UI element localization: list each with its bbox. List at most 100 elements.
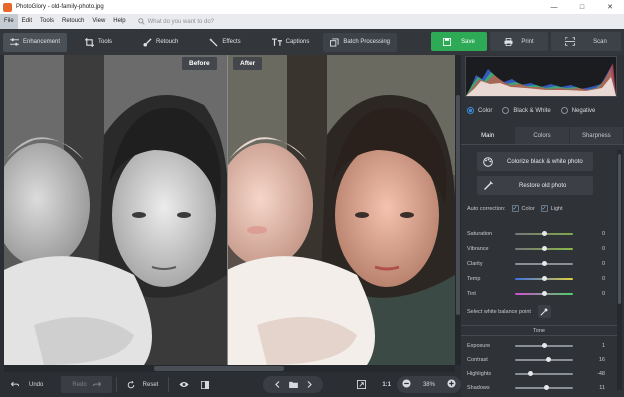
slider-knob[interactable]: [546, 357, 552, 362]
clarity-slider[interactable]: Clarity 0: [467, 259, 617, 269]
minimize-icon[interactable]: —: [540, 0, 568, 14]
auto-light-checkbox[interactable]: ✓ Light: [540, 205, 563, 212]
tone-section-header: Tone: [461, 325, 617, 336]
next-image-button[interactable]: [301, 381, 317, 388]
photo-canvas[interactable]: Before After: [4, 55, 455, 365]
close-icon[interactable]: ✕: [596, 0, 624, 14]
tab-colors[interactable]: Colors: [515, 127, 569, 144]
contrast-slider[interactable]: Contrast 16: [467, 355, 617, 365]
slider-track[interactable]: [515, 261, 573, 266]
auto-color-checkbox[interactable]: ✓ Color: [511, 205, 535, 212]
crop-icon: [85, 37, 95, 47]
slider-track[interactable]: [515, 371, 573, 376]
highlights-slider[interactable]: Highlights -48: [467, 369, 617, 379]
slider-knob[interactable]: [541, 231, 547, 236]
scroll-thumb[interactable]: [456, 95, 460, 315]
tools-label: Tools: [98, 39, 113, 45]
captions-button[interactable]: Captions: [265, 33, 317, 52]
undo-button[interactable]: Undo: [5, 376, 49, 393]
colorize-button[interactable]: Colorize black & white photo: [477, 152, 593, 171]
tab-main[interactable]: Main: [461, 127, 515, 144]
slider-track[interactable]: [515, 246, 573, 251]
zoom-out-button[interactable]: [402, 379, 411, 390]
panel-tabs: Main Colors Sharpness: [461, 127, 624, 145]
shadows-slider[interactable]: Shadows 11: [467, 383, 617, 393]
mode-color-radio[interactable]: Color: [467, 107, 492, 114]
slider-track[interactable]: [515, 343, 573, 348]
preview-toggle[interactable]: [173, 376, 199, 393]
slider-track[interactable]: [515, 357, 573, 362]
slider-knob[interactable]: [527, 371, 533, 376]
tab-sharpness[interactable]: Sharpness: [569, 127, 623, 144]
main-toolbar: Enhancement Tools Retouch Effects Captio…: [0, 29, 624, 55]
command-search[interactable]: What do you want to do?: [137, 18, 215, 25]
slider-knob[interactable]: [541, 261, 547, 266]
adjustment-panel: Color Black & White Negative Main Colors…: [461, 55, 624, 397]
slider-track[interactable]: [515, 231, 573, 236]
radio-indicator: [560, 107, 568, 114]
menu-retouch[interactable]: Retouch: [58, 14, 88, 29]
slider-knob[interactable]: [542, 343, 548, 348]
menu-help[interactable]: Help: [109, 14, 129, 29]
slider-track[interactable]: [515, 276, 573, 281]
tools-button[interactable]: Tools: [78, 33, 119, 52]
previous-image-button[interactable]: [269, 381, 285, 388]
canvas-horizontal-scrollbar[interactable]: [4, 365, 455, 372]
open-folder-button[interactable]: [285, 381, 301, 388]
menu-file[interactable]: File: [0, 14, 18, 29]
redo-button[interactable]: Redo: [61, 376, 112, 393]
zoom-in-button[interactable]: [447, 379, 456, 390]
actual-size-button[interactable]: 1:1: [376, 376, 397, 393]
enhancement-label: Enhancement: [23, 39, 61, 45]
restore-button[interactable]: Restore old photo: [477, 176, 593, 195]
reset-icon: [127, 380, 134, 388]
before-label: Before: [182, 57, 217, 70]
fit-screen-icon: [357, 380, 367, 389]
enhancement-button[interactable]: Enhancement: [3, 32, 68, 52]
reset-button[interactable]: Reset: [121, 376, 165, 393]
tint-slider[interactable]: Tint 0: [467, 289, 617, 299]
redo-icon: [92, 381, 101, 387]
slider-track[interactable]: [515, 385, 573, 390]
slider-knob[interactable]: [541, 291, 547, 296]
menu-tools[interactable]: Tools: [36, 14, 58, 29]
panel-scrollbar[interactable]: [617, 150, 622, 390]
slider-track[interactable]: [515, 291, 573, 296]
auto-correction-label: Auto correction:: [467, 205, 506, 212]
eyedropper-button[interactable]: [537, 305, 551, 318]
mode-bw-radio[interactable]: Black & White: [502, 107, 551, 114]
vibrance-slider[interactable]: Vibrance 0: [467, 244, 617, 254]
fit-to-screen-button[interactable]: [351, 376, 376, 393]
retouch-button[interactable]: Retouch: [136, 33, 185, 52]
title-bar: PhotoGlory - old-family-photo.jpg — □ ✕: [0, 0, 624, 14]
slider-value: 16: [598, 357, 605, 363]
batch-processing-button[interactable]: Batch Processing: [323, 32, 398, 52]
radio-indicator: [502, 107, 510, 114]
split-divider[interactable]: [227, 55, 228, 365]
menu-edit[interactable]: Edit: [18, 14, 36, 29]
wand-icon: [484, 180, 493, 190]
scroll-thumb[interactable]: [154, 366, 284, 371]
slider-value: 0: [601, 246, 605, 252]
save-icon: [443, 37, 452, 46]
save-button[interactable]: Save: [431, 32, 487, 51]
check-icon: ✓: [540, 205, 548, 212]
temp-slider[interactable]: Temp 0: [467, 274, 617, 284]
menu-view[interactable]: View: [88, 14, 109, 29]
auto-color-label: Color: [521, 205, 535, 212]
undo-label: Undo: [29, 381, 44, 388]
search-placeholder: What do you want to do?: [147, 18, 215, 25]
effects-button[interactable]: Effects: [202, 33, 247, 52]
scan-button[interactable]: Scan: [551, 32, 621, 51]
exposure-slider[interactable]: Exposure 1: [467, 341, 617, 351]
slider-label: Tint: [467, 291, 476, 297]
maximize-icon[interactable]: □: [568, 0, 596, 14]
slider-knob[interactable]: [541, 246, 547, 251]
scroll-thumb[interactable]: [618, 154, 621, 304]
mode-negative-radio[interactable]: Negative: [560, 107, 595, 114]
slider-knob[interactable]: [541, 276, 547, 281]
saturation-slider[interactable]: Saturation 0: [467, 229, 617, 239]
slider-knob[interactable]: [544, 385, 550, 390]
print-button[interactable]: Print: [490, 32, 548, 51]
compare-toggle[interactable]: [199, 376, 215, 393]
